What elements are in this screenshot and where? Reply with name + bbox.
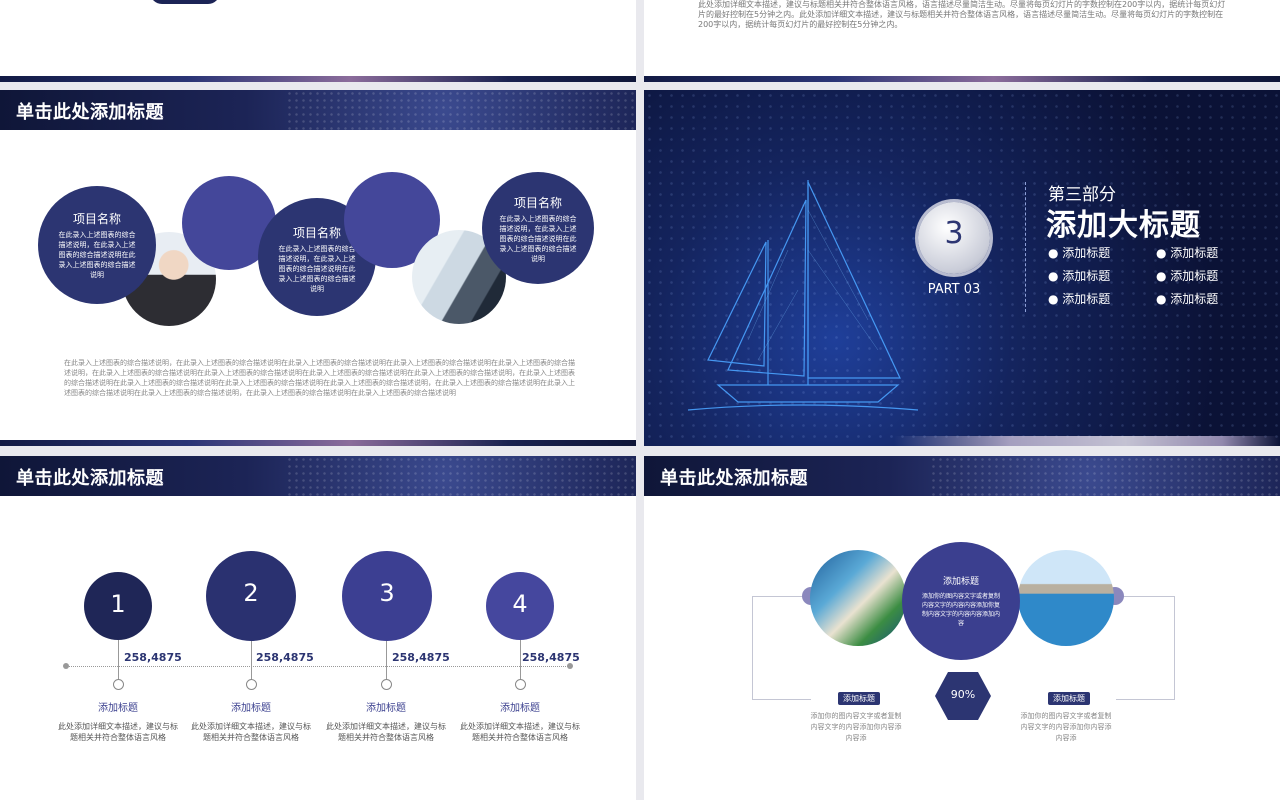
percent-value: 90% [950,688,976,701]
step-description: 此处添加详细文本描述，建议与标题相关并符合整体语言风格 [460,722,580,742]
step-node [246,679,257,690]
photo-circle-pool [1018,550,1114,646]
step-node [515,679,526,690]
left-description: 添加你的图内容文字或者复制内容文字的内容添加你内容添内容添 [810,712,902,742]
step-label: 添加标题 [500,703,540,714]
slide-top-right[interactable]: 此处添加详细文本描述，建议与标题相关并符合整体语言风格，语言描述尽量简洁生动。尽… [644,0,1280,82]
bullet-item: ● 添加标题 [1048,269,1111,283]
timeline-axis [66,666,570,667]
step-description: 此处添加详细文本描述，建议与标题相关并符合整体语言风格 [58,722,178,742]
step-description: 此处添加详细文本描述，建议与标题相关并符合整体语言风格 [326,722,446,742]
step-connector [118,640,119,684]
step-node [113,679,124,690]
step-value: 258,4875 [256,651,314,664]
step-value: 258,4875 [392,651,450,664]
slide-timeline[interactable]: 单击此处添加标题 1 258,4875 添加标题 此处添加详细文本描述，建议与标… [0,456,636,800]
step-value: 258,4875 [124,651,182,664]
slide-hexagon-percent[interactable]: 单击此处添加标题 添加标题 添加你的图内容文字或者复制内容文字的内容内容添加你复… [644,456,1280,800]
step-label: 添加标题 [98,703,138,714]
slide-header: 单击此处添加标题 [0,90,636,130]
center-circle: 添加标题 添加你的图内容文字或者复制内容文字的内容内容添加你复制内容文字的内容内… [902,542,1020,660]
step-description: 此处添加详细文本描述，建议与标题相关并符合整体语言风格 [191,722,311,742]
right-tag: 添加标题 [1048,692,1090,705]
slide-title: 单击此处添加标题 [16,468,164,489]
project-title-3: 项目名称 [513,196,562,210]
step-circle-3: 3 [342,551,432,641]
step-circle-1: 1 [84,572,152,640]
center-title: 添加标题 [942,577,979,587]
center-text: 添加你的图内容文字或者复制内容文字的内容内容添加你复制内容文字的内容内容添加内容 [921,593,1000,627]
project-text-1: 在此录入上述图表的综合描述说明，在此录入上述图表的综合描述说明在此录入上述图表的… [58,231,136,279]
right-bracket-line [1116,596,1175,700]
right-description: 添加你的图内容文字或者复制内容文字的内容添加你内容添内容添 [1020,712,1112,742]
slide-section-part3[interactable]: 3 PART 03 第三部分 添加大标题 ● 添加标题 ● 添加标题 ● 添加标… [644,90,1280,446]
bottom-description: 在此录入上述图表的综合描述说明，在此录入上述图表的综合描述说明在此录入上述图表的… [64,359,575,397]
bottom-strip [0,440,636,446]
project-text-2: 在此录入上述图表的综合描述说明，在此录入上述图表的综合描述说明在此录入上述图表的… [278,245,356,293]
step-circle-4: 4 [486,572,554,640]
left-bracket-line [752,596,811,700]
step-connector [251,641,252,684]
project-circle-3: 项目名称 在此录入上述图表的综合描述说明，在此录入上述图表的综合描述说明在此录入… [482,172,594,284]
sparkle-strip [894,436,1280,446]
part-label: PART 03 [927,282,981,297]
bottom-strip [644,76,1280,82]
section-title: 添加大标题 [1046,208,1201,243]
step-number: 3 [379,579,395,607]
photo-circle-tablet [810,550,906,646]
step-number: 1 [110,590,126,618]
bullet-item: ● 添加标题 [1048,246,1111,260]
sailboat-graphic [687,180,919,411]
step-node [381,679,392,690]
bullet-item: ● 添加标题 [1048,292,1111,306]
left-tag: 添加标题 [838,692,880,705]
step-connector [520,640,521,684]
slide-title: 单击此处添加标题 [660,468,808,489]
slide-header: 单击此处添加标题 [644,456,1280,496]
step-circle-2: 2 [206,551,296,641]
axis-endpoint [63,663,69,669]
bullet-item: ● 添加标题 [1156,246,1219,260]
step-number: 2 [243,579,259,607]
bottom-strip [0,76,636,82]
part-number: 3 [944,216,964,251]
step-label: 添加标题 [366,703,406,714]
bullet-item: ● 添加标题 [1156,292,1219,306]
slide-top-left[interactable] [0,0,636,82]
slide-title: 单击此处添加标题 [16,102,164,123]
project-circle-1: 项目名称 在此录入上述图表的综合描述说明，在此录入上述图表的综合描述说明在此录入… [38,186,156,304]
slide-decor-shape [150,0,220,4]
project-title-1: 项目名称 [72,212,121,226]
slide-header: 单击此处添加标题 [0,456,636,496]
divider-line [1025,182,1026,312]
slide-project-circles[interactable]: 单击此处添加标题 项目名称 在此录入上述图表的综合描述说明，在此录入上述图表的综… [0,90,636,446]
step-number: 4 [512,590,528,618]
step-value: 258,4875 [522,651,580,664]
slide-paragraph: 此处添加详细文本描述，建议与标题相关并符合整体语言风格，语言描述尽量简洁生动。尽… [698,0,1226,29]
part-number-badge: 3 [918,202,990,274]
step-connector [386,641,387,684]
bullet-item: ● 添加标题 [1156,269,1219,283]
step-label: 添加标题 [231,703,271,714]
project-text-3: 在此录入上述图表的综合描述说明，在此录入上述图表的综合描述说明在此录入上述图表的… [499,215,577,263]
